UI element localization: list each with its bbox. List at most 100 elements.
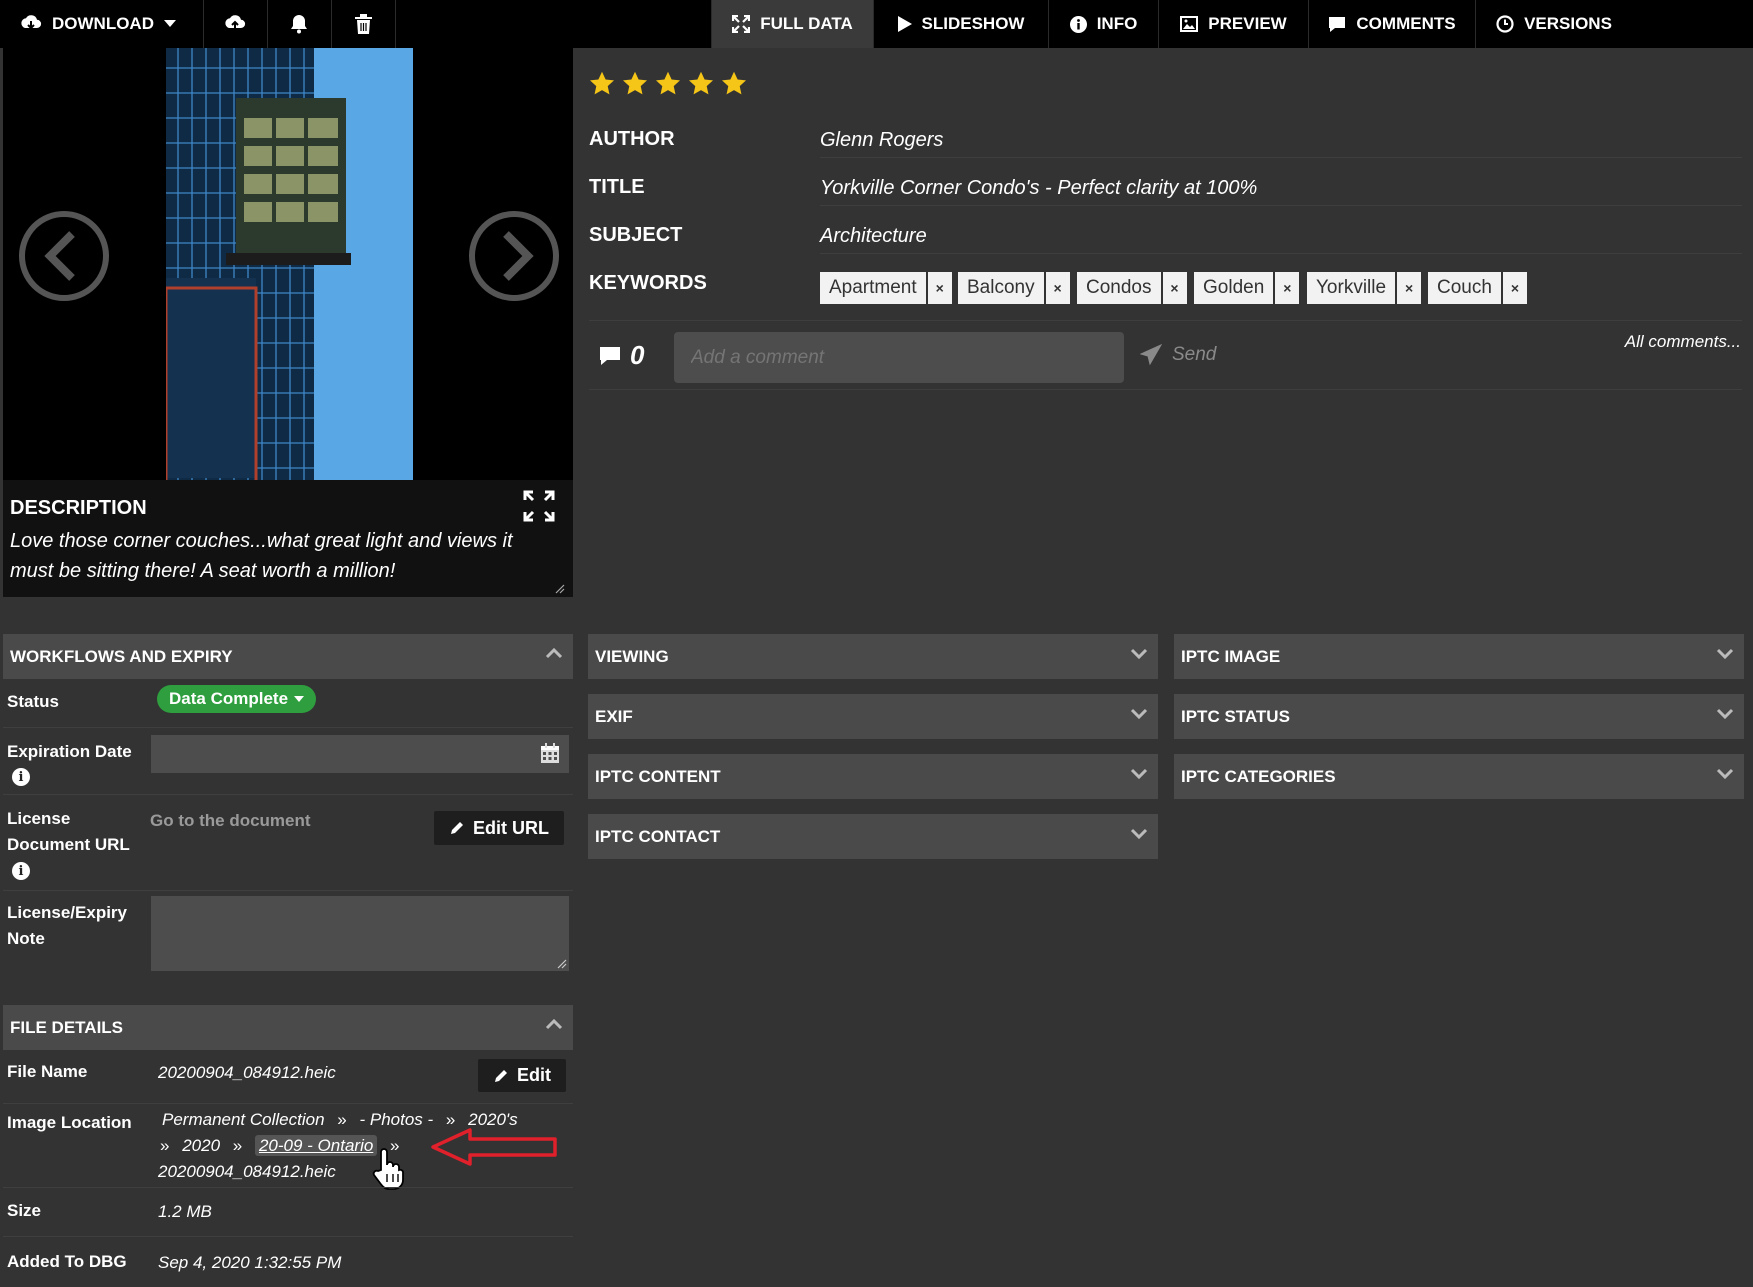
keywords-label: KEYWORDS <box>589 272 707 294</box>
breadcrumb-item[interactable]: - Photos - <box>359 1110 433 1129</box>
license-document-link[interactable]: Go to the document <box>150 811 311 831</box>
calendar-icon[interactable] <box>540 743 560 764</box>
resize-handle-icon[interactable] <box>555 584 565 594</box>
expand-icon <box>732 15 751 33</box>
remove-keyword-icon[interactable]: × <box>1275 272 1300 304</box>
added-to-dbg-value: Sep 4, 2020 1:32:55 PM <box>158 1253 342 1272</box>
trash-icon[interactable] <box>355 0 372 48</box>
comment-icon <box>1329 16 1346 32</box>
download-label: DOWNLOAD <box>52 14 154 33</box>
chevron-down-icon[interactable] <box>1130 767 1148 779</box>
tab-comments[interactable]: COMMENTS <box>1308 0 1475 48</box>
star-icon[interactable] <box>588 70 616 98</box>
tab-full-data[interactable]: FULL DATA <box>711 0 873 48</box>
file-details-section-header[interactable]: FILE DETAILS <box>3 1005 573 1050</box>
breadcrumb-item[interactable]: Permanent Collection <box>162 1110 325 1129</box>
comment-input[interactable] <box>674 332 1124 383</box>
caret-down-icon <box>163 20 176 27</box>
file-name-value: 20200904_084912.heic <box>158 1063 336 1082</box>
iptc-contact-section-header[interactable]: IPTC CONTACT <box>588 814 1158 859</box>
breadcrumb-item: 20200904_084912.heic <box>158 1162 336 1181</box>
status-dropdown[interactable]: Data Complete <box>157 685 317 713</box>
upload-cloud-icon[interactable] <box>224 0 246 48</box>
top-toolbar: DOWNLOAD FULL DATA SLIDESHOW INFO PREVIE… <box>0 0 1753 48</box>
size-value: 1.2 MB <box>158 1202 212 1221</box>
remove-keyword-icon[interactable]: × <box>1502 272 1527 304</box>
keyword-tag: Yorkville × <box>1307 272 1422 304</box>
bell-icon[interactable] <box>290 0 308 48</box>
fullscreen-icon[interactable] <box>523 490 555 522</box>
edit-file-name-button[interactable]: Edit <box>478 1059 566 1092</box>
download-button[interactable]: DOWNLOAD <box>20 0 176 48</box>
remove-keyword-icon[interactable]: × <box>1045 272 1070 304</box>
license-url-label-line1: License <box>7 809 71 828</box>
chevron-down-icon[interactable] <box>1716 647 1734 659</box>
building-photo[interactable] <box>166 48 413 480</box>
star-icon[interactable] <box>720 70 748 98</box>
send-button[interactable]: Send <box>1140 344 1216 366</box>
image-viewer <box>3 48 573 480</box>
iptc-image-section-header[interactable]: IPTC IMAGE <box>1174 634 1744 679</box>
resize-handle-icon[interactable] <box>557 959 567 969</box>
tab-versions[interactable]: VERSIONS <box>1475 0 1632 48</box>
star-rating[interactable] <box>588 70 748 98</box>
chevron-down-icon[interactable] <box>1716 767 1734 779</box>
subject-label: SUBJECT <box>589 224 683 246</box>
tab-info[interactable]: INFO <box>1048 0 1158 48</box>
prev-arrow-icon[interactable] <box>18 210 110 302</box>
chevron-down-icon[interactable] <box>1716 707 1734 719</box>
info-icon <box>1069 15 1087 33</box>
title-value[interactable]: Yorkville Corner Condo's - Perfect clari… <box>820 177 1257 200</box>
edit-url-button[interactable]: Edit URL <box>434 811 564 845</box>
tab-preview[interactable]: PREVIEW <box>1158 0 1308 48</box>
chevron-down-icon[interactable] <box>1130 827 1148 839</box>
file-name-label: File Name <box>7 1062 88 1081</box>
image-location-label: Image Location <box>7 1113 132 1132</box>
iptc-categories-section-header[interactable]: IPTC CATEGORIES <box>1174 754 1744 799</box>
keyword-tag: Apartment × <box>820 272 952 304</box>
chevron-down-icon[interactable] <box>1130 707 1148 719</box>
all-comments-link[interactable]: All comments... <box>1625 332 1741 352</box>
description-text[interactable]: Love those corner couches...what great l… <box>10 526 550 586</box>
star-icon[interactable] <box>687 70 715 98</box>
image-icon <box>1180 16 1199 32</box>
description-heading: DESCRIPTION <box>10 497 147 519</box>
expiration-date-label: Expiration Date <box>7 742 132 761</box>
expiration-date-input[interactable] <box>151 735 569 773</box>
keyword-tag: Condos × <box>1077 272 1187 304</box>
next-arrow-icon[interactable] <box>468 210 560 302</box>
exif-section-header[interactable]: EXIF <box>588 694 1158 739</box>
workflows-section-header[interactable]: WORKFLOWS AND EXPIRY <box>3 634 573 679</box>
chevron-up-icon[interactable] <box>545 647 563 659</box>
star-icon[interactable] <box>654 70 682 98</box>
star-icon[interactable] <box>621 70 649 98</box>
remove-keyword-icon[interactable]: × <box>1397 272 1422 304</box>
author-value[interactable]: Glenn Rogers <box>820 129 943 152</box>
chevron-down-icon[interactable] <box>1130 647 1148 659</box>
breadcrumb-item[interactable]: 2020 <box>182 1136 220 1155</box>
remove-keyword-icon[interactable]: × <box>927 272 952 304</box>
comment-count[interactable]: 0 <box>598 340 644 371</box>
annotation-arrow-icon <box>431 1128 557 1166</box>
viewing-section-header[interactable]: VIEWING <box>588 634 1158 679</box>
subject-value[interactable]: Architecture <box>820 225 927 248</box>
status-label: Status <box>7 692 59 711</box>
title-label: TITLE <box>589 176 645 198</box>
license-url-label-line2: Document URL <box>7 835 130 854</box>
tab-slideshow[interactable]: SLIDESHOW <box>873 0 1048 48</box>
pencil-icon <box>451 822 463 834</box>
description-panel: DESCRIPTION Love those corner couches...… <box>3 480 573 597</box>
breadcrumb-item-highlighted[interactable]: 20-09 - Ontario <box>254 1135 378 1156</box>
author-label: AUTHOR <box>589 128 675 150</box>
chevron-up-icon[interactable] <box>545 1018 563 1030</box>
info-icon[interactable]: i <box>12 768 30 786</box>
iptc-status-section-header[interactable]: IPTC STATUS <box>1174 694 1744 739</box>
keyword-tag: Balcony × <box>958 272 1070 304</box>
iptc-content-section-header[interactable]: IPTC CONTENT <box>588 754 1158 799</box>
license-note-textarea[interactable] <box>151 896 569 971</box>
info-icon[interactable]: i <box>12 862 30 880</box>
keyword-tag: Couch × <box>1428 272 1527 304</box>
remove-keyword-icon[interactable]: × <box>1162 272 1187 304</box>
double-chevron-icon: » <box>160 1136 170 1155</box>
caret-down-icon <box>294 696 305 702</box>
